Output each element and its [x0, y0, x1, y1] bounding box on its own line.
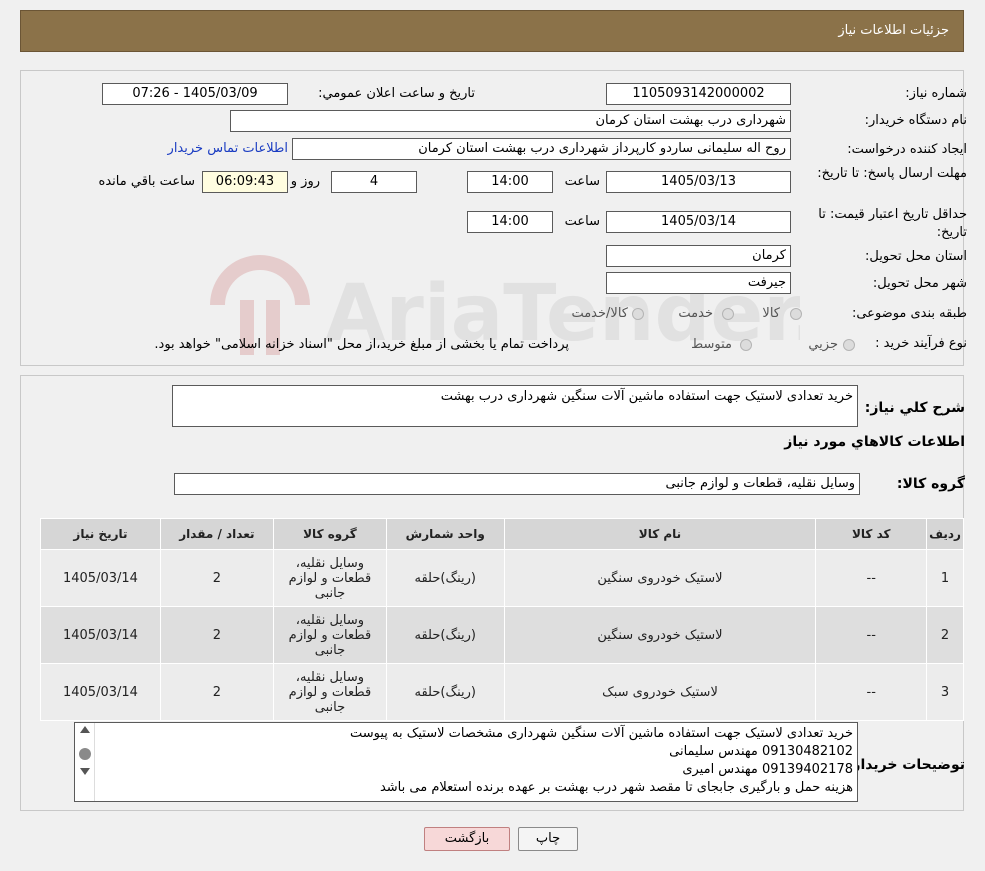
description-field[interactable]: خرید تعدادی لاستیک جهت استفاده ماشین آلا… — [172, 385, 858, 427]
cell-need-date: 1405/03/14 — [40, 606, 161, 664]
col-item-code: کد کالا — [815, 518, 928, 550]
buyer-contact-link[interactable]: اطلاعات تماس خریدار — [168, 141, 288, 156]
print-button[interactable]: چاپ — [518, 827, 578, 851]
col-quantity: تعداد / مقدار — [159, 518, 274, 550]
remaining-time-label: ساعت باقي مانده — [98, 174, 195, 189]
scroll-down-arrow-icon[interactable] — [80, 768, 90, 775]
price-validity-label: حداقل تاریخ اعتبار قیمت: تا تاریخ: — [818, 207, 967, 240]
cell-item-name: لاستیک خودروی سنگین — [503, 549, 817, 607]
cell-unit: (رینگ)حلقه — [385, 663, 505, 721]
category-radio-goods[interactable] — [790, 308, 802, 320]
scroll-thumb[interactable] — [79, 748, 91, 760]
cell-quantity: 2 — [159, 663, 274, 721]
goods-group-field: وسایل نقلیه، قطعات و لوازم جانبی — [174, 473, 860, 495]
category-radio-service[interactable] — [722, 308, 734, 320]
cell-row-number: 1 — [926, 549, 964, 607]
buyer-org-field: شهرداری درب بهشت استان کرمان — [230, 110, 791, 132]
page-title: جزئیات اطلاعات نیاز — [838, 23, 949, 38]
days-label: روز و — [290, 174, 320, 189]
cell-item-name: لاستیک خودروی سنگین — [503, 606, 817, 664]
announce-label: تاریخ و ساعت اعلان عمومي: — [318, 86, 475, 101]
col-need-date: تاریخ نیاز — [40, 518, 161, 550]
cell-goods-group: وسایل نقلیه، قطعات و لوازم جانبی — [272, 549, 387, 607]
days-field: 4 — [331, 171, 417, 193]
buyer-notes-label: توضیحات خریدار: — [846, 757, 965, 773]
cell-goods-group: وسایل نقلیه، قطعات و لوازم جانبی — [272, 663, 387, 721]
buyer-notes-line: 09130482102 مهندس سلیمانی — [669, 744, 853, 759]
scroll-up-arrow-icon[interactable] — [80, 726, 90, 733]
description-label: شرح کلي نیاز: — [864, 400, 965, 416]
category-option-goods: کالا — [762, 306, 780, 321]
items-heading: اطلاعات کالاهاي مورد نیاز — [784, 434, 965, 450]
cell-quantity: 2 — [159, 606, 274, 664]
process-note: پرداخت تمام یا بخشی از مبلغ خرید،از محل … — [154, 337, 569, 352]
city-label: شهر محل تحویل: — [872, 276, 967, 291]
city-field: جیرفت — [606, 272, 791, 294]
table-row: 2 -- لاستیک خودروی سنگین (رینگ)حلقه وسای… — [40, 606, 964, 664]
process-option-minor: جزیي — [808, 337, 838, 352]
cell-row-number: 3 — [926, 663, 964, 721]
category-radio-goods-service[interactable] — [632, 308, 644, 320]
table-header-row: ردیف کد کالا نام کالا واحد شمارش گروه کا… — [40, 518, 964, 550]
cell-item-code: -- — [815, 663, 928, 721]
cell-item-code: -- — [815, 606, 928, 664]
announce-datetime-field: 1405/03/09 - 07:26 — [102, 83, 288, 105]
buyer-notes-field[interactable]: خرید تعدادی لاستیک جهت استفاده ماشین آلا… — [74, 722, 858, 802]
goods-group-label: گروه کالا: — [896, 476, 965, 492]
col-goods-group: گروه کالا — [272, 518, 387, 550]
cell-need-date: 1405/03/14 — [40, 663, 161, 721]
buyer-notes-line: خرید تعدادی لاستیک جهت استفاده ماشین آلا… — [349, 726, 853, 741]
province-field: کرمان — [606, 245, 791, 267]
col-item-name: نام کالا — [503, 518, 817, 550]
back-button[interactable]: بازگشت — [424, 827, 510, 851]
cell-row-number: 2 — [926, 606, 964, 664]
col-row-number: ردیف — [926, 518, 964, 550]
reply-time-field: 14:00 — [467, 171, 553, 193]
page-title-bar: جزئیات اطلاعات نیاز — [20, 10, 964, 52]
process-option-medium: متوسط — [691, 337, 732, 352]
need-number-field: 1105093142000002 — [606, 83, 791, 105]
requester-label: ایجاد کننده درخواست: — [847, 142, 967, 157]
reply-deadline-label: مهلت ارسال پاسخ: تا تاریخ: — [817, 166, 967, 181]
reply-date-field: 1405/03/13 — [606, 171, 791, 193]
buyer-notes-line: هزینه حمل و بارگیری جابجای تا مقصد شهر د… — [379, 780, 853, 795]
cell-goods-group: وسایل نقلیه، قطعات و لوازم جانبی — [272, 606, 387, 664]
cell-item-name: لاستیک خودروی سبک — [503, 663, 817, 721]
cell-quantity: 2 — [159, 549, 274, 607]
cell-unit: (رینگ)حلقه — [385, 549, 505, 607]
remaining-time-field: 06:09:43 — [202, 171, 288, 193]
cell-item-code: -- — [815, 549, 928, 607]
validity-time-label: ساعت — [564, 214, 600, 229]
buyer-notes-line: 09139402178 مهندس امیری — [682, 762, 853, 777]
validity-time-field: 14:00 — [467, 211, 553, 233]
buyer-org-label: نام دستگاه خریدار: — [864, 113, 967, 128]
province-label: استان محل تحویل: — [865, 249, 967, 264]
col-unit: واحد شمارش — [385, 518, 505, 550]
notes-scrollbar[interactable] — [76, 723, 95, 801]
table-row: 1 -- لاستیک خودروی سنگین (رینگ)حلقه وسای… — [40, 549, 964, 607]
process-radio-minor[interactable] — [843, 339, 855, 351]
process-label: نوع فرآیند خرید : — [875, 336, 967, 351]
cell-unit: (رینگ)حلقه — [385, 606, 505, 664]
requester-field: روح اله سلیمانی ساردو کارپرداز شهرداری د… — [292, 138, 791, 160]
validity-date-field: 1405/03/14 — [606, 211, 791, 233]
cell-need-date: 1405/03/14 — [40, 549, 161, 607]
reply-time-label: ساعت — [564, 174, 600, 189]
items-table: ردیف کد کالا نام کالا واحد شمارش گروه کا… — [40, 518, 964, 721]
category-option-goods-service: کالا/خدمت — [571, 306, 628, 321]
process-radio-medium[interactable] — [740, 339, 752, 351]
category-option-service: خدمت — [678, 306, 713, 321]
table-row: 3 -- لاستیک خودروی سبک (رینگ)حلقه وسایل … — [40, 663, 964, 721]
need-number-label: شماره نیاز: — [905, 86, 967, 101]
category-label: طبقه بندی موضوعی: — [851, 306, 967, 321]
